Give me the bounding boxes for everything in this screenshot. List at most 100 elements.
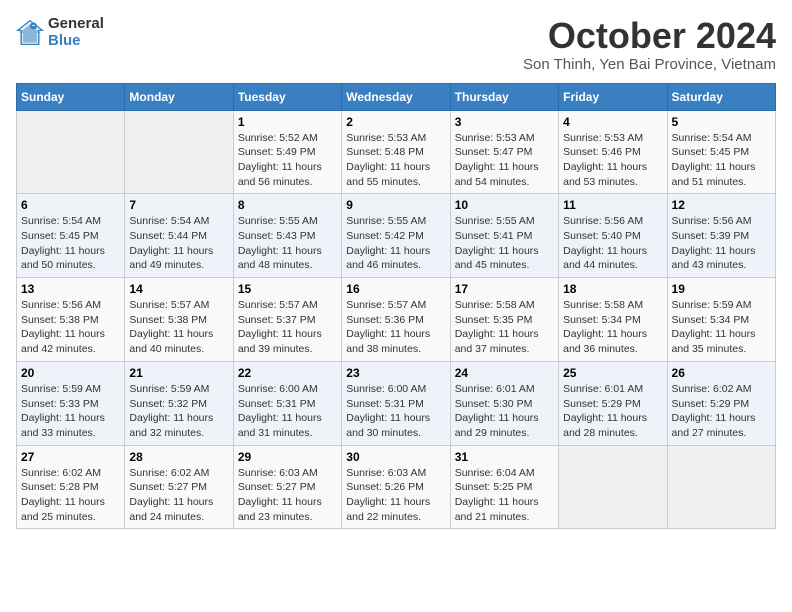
day-content: Sunrise: 5:56 AM Sunset: 5:40 PM Dayligh… [563, 214, 662, 273]
calendar-body: 1 Sunrise: 5:52 AM Sunset: 5:49 PM Daylig… [17, 110, 776, 529]
calendar-week-1: 1 Sunrise: 5:52 AM Sunset: 5:49 PM Daylig… [17, 110, 776, 194]
day-number: 9 [346, 198, 445, 212]
col-monday: Monday [125, 83, 233, 110]
calendar-cell: 23Sunrise: 6:00 AM Sunset: 5:31 PM Dayli… [342, 361, 450, 445]
day-number: 2 [346, 115, 445, 129]
calendar-cell: 10Sunrise: 5:55 AM Sunset: 5:41 PM Dayli… [450, 194, 558, 278]
col-thursday: Thursday [450, 83, 558, 110]
day-content: Sunrise: 5:53 AM Sunset: 5:48 PM Dayligh… [346, 131, 445, 190]
day-number: 23 [346, 366, 445, 380]
col-wednesday: Wednesday [342, 83, 450, 110]
day-content: Sunrise: 6:01 AM Sunset: 5:30 PM Dayligh… [455, 382, 554, 441]
calendar-cell: 30 Sunrise: 6:03 AM Sunset: 5:26 PM Dayli… [342, 445, 450, 529]
day-number: 1 [238, 115, 337, 129]
calendar-cell: 28Sunrise: 6:02 AM Sunset: 5:27 PM Dayli… [125, 445, 233, 529]
location-title: Son Thinh, Yen Bai Province, Vietnam [523, 56, 776, 73]
day-number: 16 [346, 282, 445, 296]
logo-blue-text: Blue [48, 33, 104, 50]
col-friday: Friday [559, 83, 667, 110]
day-content: Sunrise: 6:04 AM Sunset: 5:25 PM Dayligh… [455, 466, 554, 525]
calendar-cell: 4 Sunrise: 5:53 AM Sunset: 5:46 PM Daylig… [559, 110, 667, 194]
day-content: Sunrise: 5:54 AM Sunset: 5:45 PM Dayligh… [672, 131, 771, 190]
day-content: Sunrise: 5:54 AM Sunset: 5:44 PM Dayligh… [129, 214, 228, 273]
day-content: Sunrise: 5:58 AM Sunset: 5:34 PM Dayligh… [563, 298, 662, 357]
day-content: Sunrise: 6:02 AM Sunset: 5:28 PM Dayligh… [21, 466, 120, 525]
day-number: 18 [563, 282, 662, 296]
day-number: 31 [455, 450, 554, 464]
calendar-cell: 15Sunrise: 5:57 AM Sunset: 5:37 PM Dayli… [233, 278, 341, 362]
day-content: Sunrise: 5:53 AM Sunset: 5:46 PM Dayligh… [563, 131, 662, 190]
calendar-cell: 16 Sunrise: 5:57 AM Sunset: 5:36 PM Dayli… [342, 278, 450, 362]
logo: General Blue [16, 16, 104, 49]
day-number: 17 [455, 282, 554, 296]
day-number: 11 [563, 198, 662, 212]
col-tuesday: Tuesday [233, 83, 341, 110]
col-saturday: Saturday [667, 83, 775, 110]
calendar-cell: 25Sunrise: 6:01 AM Sunset: 5:29 PM Dayli… [559, 361, 667, 445]
day-number: 14 [129, 282, 228, 296]
logo-icon [16, 19, 44, 47]
day-number: 7 [129, 198, 228, 212]
calendar-header: Sunday Monday Tuesday Wednesday Thursday… [17, 83, 776, 110]
day-number: 30 [346, 450, 445, 464]
calendar-cell: 2 Sunrise: 5:53 AM Sunset: 5:48 PM Daylig… [342, 110, 450, 194]
calendar-cell: 31 Sunrise: 6:04 AM Sunset: 5:25 PM Dayli… [450, 445, 558, 529]
calendar-cell: 5 Sunrise: 5:54 AM Sunset: 5:45 PM Daylig… [667, 110, 775, 194]
day-number: 19 [672, 282, 771, 296]
day-number: 5 [672, 115, 771, 129]
calendar-cell [125, 110, 233, 194]
col-sunday: Sunday [17, 83, 125, 110]
logo-text: General Blue [48, 16, 104, 49]
day-content: Sunrise: 5:57 AM Sunset: 5:38 PM Dayligh… [129, 298, 228, 357]
day-content: Sunrise: 5:59 AM Sunset: 5:33 PM Dayligh… [21, 382, 120, 441]
calendar-cell [667, 445, 775, 529]
day-number: 21 [129, 366, 228, 380]
day-number: 15 [238, 282, 337, 296]
calendar-cell: 29Sunrise: 6:03 AM Sunset: 5:27 PM Dayli… [233, 445, 341, 529]
day-number: 12 [672, 198, 771, 212]
day-content: Sunrise: 5:57 AM Sunset: 5:36 PM Dayligh… [346, 298, 445, 357]
calendar-cell: 24 Sunrise: 6:01 AM Sunset: 5:30 PM Dayli… [450, 361, 558, 445]
header-row: Sunday Monday Tuesday Wednesday Thursday… [17, 83, 776, 110]
calendar-week-4: 20 Sunrise: 5:59 AM Sunset: 5:33 PM Dayli… [17, 361, 776, 445]
month-title: October 2024 [523, 16, 776, 56]
day-content: Sunrise: 5:52 AM Sunset: 5:49 PM Dayligh… [238, 131, 337, 190]
day-content: Sunrise: 5:55 AM Sunset: 5:41 PM Dayligh… [455, 214, 554, 273]
day-number: 13 [21, 282, 120, 296]
calendar-cell: 14 Sunrise: 5:57 AM Sunset: 5:38 PM Dayli… [125, 278, 233, 362]
day-number: 26 [672, 366, 771, 380]
day-number: 29 [238, 450, 337, 464]
day-number: 20 [21, 366, 120, 380]
calendar-cell: 9 Sunrise: 5:55 AM Sunset: 5:42 PM Daylig… [342, 194, 450, 278]
day-content: Sunrise: 6:03 AM Sunset: 5:26 PM Dayligh… [346, 466, 445, 525]
calendar-cell: 7 Sunrise: 5:54 AM Sunset: 5:44 PM Daylig… [125, 194, 233, 278]
day-content: Sunrise: 6:02 AM Sunset: 5:27 PM Dayligh… [129, 466, 228, 525]
calendar-week-5: 27 Sunrise: 6:02 AM Sunset: 5:28 PM Dayli… [17, 445, 776, 529]
day-content: Sunrise: 5:53 AM Sunset: 5:47 PM Dayligh… [455, 131, 554, 190]
calendar-cell: 19Sunrise: 5:59 AM Sunset: 5:34 PM Dayli… [667, 278, 775, 362]
day-number: 24 [455, 366, 554, 380]
day-number: 4 [563, 115, 662, 129]
day-content: Sunrise: 6:00 AM Sunset: 5:31 PM Dayligh… [238, 382, 337, 441]
day-number: 8 [238, 198, 337, 212]
calendar-cell: 20 Sunrise: 5:59 AM Sunset: 5:33 PM Dayli… [17, 361, 125, 445]
title-area: October 2024 Son Thinh, Yen Bai Province… [523, 16, 776, 73]
calendar-cell: 18 Sunrise: 5:58 AM Sunset: 5:34 PM Dayli… [559, 278, 667, 362]
calendar-cell: 26 Sunrise: 6:02 AM Sunset: 5:29 PM Dayli… [667, 361, 775, 445]
day-number: 3 [455, 115, 554, 129]
day-content: Sunrise: 6:02 AM Sunset: 5:29 PM Dayligh… [672, 382, 771, 441]
day-content: Sunrise: 5:56 AM Sunset: 5:39 PM Dayligh… [672, 214, 771, 273]
calendar-cell: 6Sunrise: 5:54 AM Sunset: 5:45 PM Daylig… [17, 194, 125, 278]
day-content: Sunrise: 5:54 AM Sunset: 5:45 PM Dayligh… [21, 214, 120, 273]
calendar-cell: 21Sunrise: 5:59 AM Sunset: 5:32 PM Dayli… [125, 361, 233, 445]
day-number: 25 [563, 366, 662, 380]
day-number: 22 [238, 366, 337, 380]
calendar-cell [17, 110, 125, 194]
calendar-cell: 17 Sunrise: 5:58 AM Sunset: 5:35 PM Dayli… [450, 278, 558, 362]
day-number: 27 [21, 450, 120, 464]
calendar-cell: 12 Sunrise: 5:56 AM Sunset: 5:39 PM Dayli… [667, 194, 775, 278]
day-content: Sunrise: 5:55 AM Sunset: 5:42 PM Dayligh… [346, 214, 445, 273]
day-content: Sunrise: 5:55 AM Sunset: 5:43 PM Dayligh… [238, 214, 337, 273]
day-content: Sunrise: 5:58 AM Sunset: 5:35 PM Dayligh… [455, 298, 554, 357]
calendar-week-3: 13Sunrise: 5:56 AM Sunset: 5:38 PM Dayli… [17, 278, 776, 362]
